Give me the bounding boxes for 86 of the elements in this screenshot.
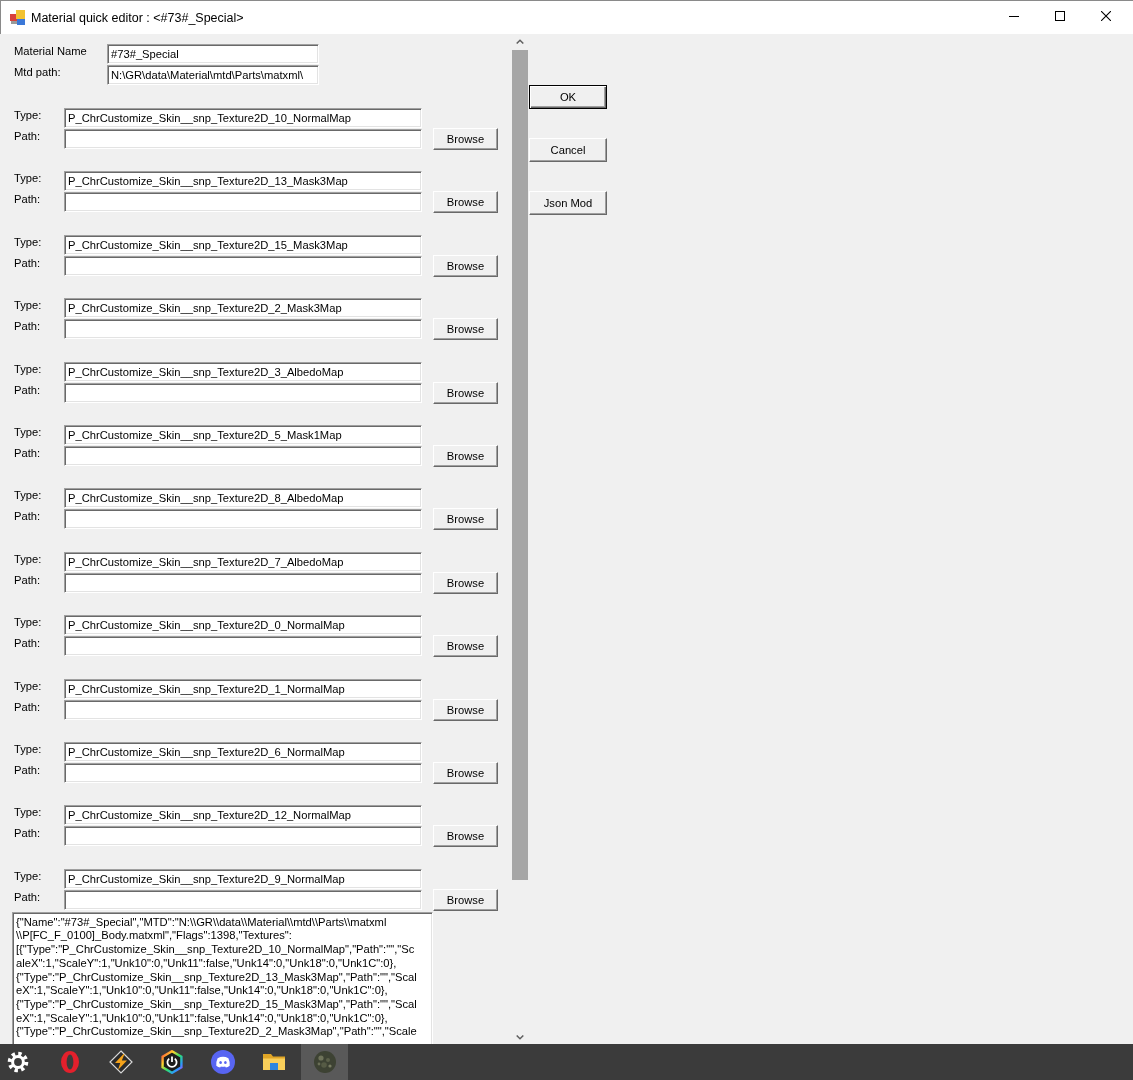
material-name-label: Material Name: [14, 44, 88, 58]
path-field[interactable]: [64, 889, 422, 910]
browse-button[interactable]: Browse: [433, 128, 498, 150]
scroll-thumb[interactable]: [512, 50, 528, 880]
maximize-icon: [1055, 11, 1065, 21]
json-mod-button[interactable]: Json Mod: [529, 191, 607, 215]
browse-button[interactable]: Browse: [433, 635, 498, 658]
browse-button[interactable]: Browse: [433, 698, 498, 721]
browse-button[interactable]: Browse: [433, 318, 498, 341]
path-label: Path:: [14, 762, 42, 777]
path-field[interactable]: [64, 826, 422, 847]
browse-button[interactable]: Browse: [433, 761, 498, 784]
path-field[interactable]: [64, 382, 422, 403]
type-label: Type:: [14, 171, 43, 186]
path-label: Path:: [14, 826, 42, 841]
path-label: Path:: [14, 129, 42, 143]
path-label: Path:: [14, 319, 42, 334]
type-field[interactable]: P_ChrCustomize_Skin__snp_Texture2D_9_NormalMap: [64, 868, 422, 889]
type-field[interactable]: P_ChrCustomize_Skin__snp_Texture2D_5_Mask1Map: [64, 424, 422, 445]
type-field[interactable]: P_ChrCustomize_Skin__snp_Texture2D_6_NormalMap: [64, 741, 422, 762]
browse-button[interactable]: Browse: [433, 508, 498, 531]
browse-button[interactable]: Browse: [433, 191, 498, 214]
type-field[interactable]: P_ChrCustomize_Skin__snp_Texture2D_3_AlbedoMap: [64, 361, 422, 382]
mtd-path-label: Mtd path:: [14, 65, 62, 79]
minimize-icon: [1009, 15, 1019, 17]
mtd-path-field[interactable]: N:\GR\data\Material\mtd\Parts\matxml\: [107, 65, 319, 85]
lightning-icon: [108, 1050, 133, 1074]
path-label: Path:: [14, 255, 42, 270]
type-field[interactable]: P_ChrCustomize_Skin__snp_Texture2D_8_AlbedoMap: [64, 488, 422, 509]
colored-squares-icon: [10, 10, 26, 25]
type-label: Type:: [14, 424, 43, 439]
window-title: Material quick editor : <#73#_Special>: [31, 10, 244, 25]
browse-button[interactable]: Browse: [433, 444, 498, 467]
path-field[interactable]: [64, 255, 422, 276]
type-label: Type:: [14, 488, 43, 503]
path-label: Path:: [14, 636, 42, 651]
path-field[interactable]: [64, 699, 422, 720]
type-label: Type:: [14, 805, 43, 820]
path-label: Path:: [14, 509, 42, 524]
browse-button[interactable]: Browse: [433, 381, 498, 404]
type-label: Type:: [14, 741, 43, 756]
path-field[interactable]: [64, 509, 422, 530]
type-field[interactable]: P_ChrCustomize_Skin__snp_Texture2D_15_Mask3Map: [64, 234, 422, 255]
type-label: Type:: [14, 868, 43, 883]
path-field[interactable]: [64, 572, 422, 593]
type-field[interactable]: P_ChrCustomize_Skin__snp_Texture2D_1_NormalMap: [64, 678, 422, 699]
type-field[interactable]: P_ChrCustomize_Skin__snp_Texture2D_2_Mask3Map: [64, 298, 422, 319]
browse-button[interactable]: Browse: [433, 825, 498, 848]
type-label: Type:: [14, 108, 43, 122]
path-label: Path:: [14, 699, 42, 714]
type-field[interactable]: P_ChrCustomize_Skin__snp_Texture2D_12_NormalMap: [64, 805, 422, 826]
path-label: Path:: [14, 572, 42, 587]
path-field[interactable]: [64, 319, 422, 340]
type-label: Type:: [14, 361, 43, 376]
chevron-up-icon[interactable]: [515, 39, 524, 44]
path-field[interactable]: [64, 192, 422, 213]
robot-face-icon: [210, 1050, 235, 1074]
type-field[interactable]: P_ChrCustomize_Skin__snp_Texture2D_0_NormalMap: [64, 615, 422, 636]
type-label: Type:: [14, 615, 43, 630]
path-label: Path:: [14, 192, 42, 207]
browse-button[interactable]: Browse: [433, 254, 498, 277]
type-field[interactable]: P_ChrCustomize_Skin__snp_Texture2D_7_AlbedoMap: [64, 551, 422, 572]
gear-icon: [5, 1050, 30, 1074]
power-hexagon-icon: [159, 1050, 184, 1074]
path-label: Path:: [14, 382, 42, 397]
type-field[interactable]: P_ChrCustomize_Skin__snp_Texture2D_10_NormalMap: [64, 108, 422, 128]
browse-button[interactable]: Browse: [433, 571, 498, 594]
path-field[interactable]: [64, 636, 422, 657]
type-label: Type:: [14, 234, 43, 249]
type-label: Type:: [14, 298, 43, 313]
type-field[interactable]: P_ChrCustomize_Skin__snp_Texture2D_13_Mask3Map: [64, 171, 422, 192]
cancel-button[interactable]: Cancel: [529, 138, 607, 162]
browse-button[interactable]: Browse: [433, 888, 498, 911]
material-name-field[interactable]: #73#_Special: [107, 44, 319, 64]
close-icon: [1101, 11, 1111, 21]
path-label: Path:: [14, 445, 42, 460]
ok-button[interactable]: OK: [529, 85, 607, 109]
path-field[interactable]: [64, 129, 422, 149]
chevron-down-icon[interactable]: [515, 1035, 524, 1040]
path-field[interactable]: [64, 445, 422, 466]
stone-icon: [312, 1050, 337, 1074]
type-label: Type:: [14, 678, 43, 693]
path-label: Path:: [14, 889, 42, 904]
path-field[interactable]: [64, 762, 422, 783]
type-label: Type:: [14, 551, 43, 566]
json-text-area[interactable]: {"Name":"#73#_Special","MTD":"N:\\GR\\data\\Material\\mtd\\Parts\\matxml \\P[FC_F_0100]_Body.matxml","Flags":1398,"Textures": [{"Type":"P_ChrCustomize_Skin__snp_Texture2D_10_NormalMap","Path":"","Sc aleX":1,"ScaleY":1,"Unk10":0,"Unk11":false,"Unk14":0,"Unk18":0,"Unk1C":0}, {"Type":"P_ChrCustomize_Skin__snp_Texture2D_13_Mask3Map","Path":"","Scal eX":1,"ScaleY":1,"Unk10":0,"Unk11":false,"Unk14":0,"Unk18":0,"Unk1C":0}, {"Type":"P_ChrCustomize_Skin__snp_Texture2D_15_Mask3Map","Path":"","Scal eX":1,"ScaleY":1,"Unk10":0,"Unk11":false,"Unk14":0,"Unk18":0,"Unk1C":0}, {"Type":"P_ChrCustomize_Skin__snp_Texture2D_2_Mask3Map","Path":"","Scale: [12, 911, 433, 1044]
